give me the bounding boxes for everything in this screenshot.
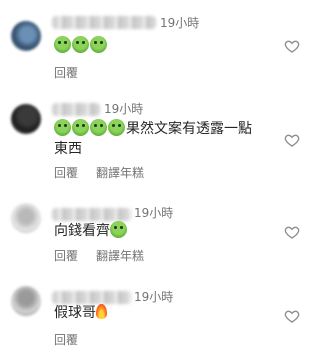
reply-button[interactable]: 回覆 bbox=[54, 66, 78, 80]
reply-button[interactable]: 回覆 bbox=[54, 249, 78, 263]
fire-emoji-icon bbox=[96, 304, 107, 319]
avatar[interactable] bbox=[11, 21, 41, 51]
avatar[interactable] bbox=[11, 286, 41, 316]
heart-icon[interactable] bbox=[284, 38, 300, 54]
green-face-emoji-icon bbox=[54, 119, 71, 136]
avatar[interactable] bbox=[11, 203, 41, 233]
username-blurred[interactable] bbox=[52, 208, 132, 221]
reply-button[interactable]: 回覆 bbox=[54, 333, 78, 347]
comment-actions: 回覆 翻譯年糕 bbox=[54, 247, 162, 264]
comment-actions: 回覆 bbox=[54, 64, 96, 81]
comment-text bbox=[54, 36, 108, 56]
green-face-emoji-icon bbox=[108, 119, 125, 136]
heart-icon[interactable] bbox=[284, 308, 300, 324]
comment-text: 假球哥 bbox=[54, 303, 107, 323]
green-face-emoji-icon bbox=[90, 119, 107, 136]
translate-button[interactable]: 翻譯年糕 bbox=[96, 166, 144, 180]
username-blurred[interactable] bbox=[52, 16, 156, 29]
heart-icon[interactable] bbox=[284, 224, 300, 240]
reply-button[interactable]: 回覆 bbox=[54, 166, 78, 180]
green-face-emoji-icon bbox=[72, 119, 89, 136]
green-face-emoji-icon bbox=[110, 221, 127, 238]
avatar[interactable] bbox=[11, 104, 41, 134]
green-face-emoji-icon bbox=[90, 36, 107, 53]
green-face-emoji-icon bbox=[54, 36, 71, 53]
green-face-emoji-icon bbox=[72, 36, 89, 53]
comment-time: 19小時 bbox=[134, 290, 174, 304]
comment-time: 19小時 bbox=[134, 206, 174, 220]
heart-icon[interactable] bbox=[284, 132, 300, 148]
comment-time: 19小時 bbox=[104, 102, 144, 116]
comment-time: 19小時 bbox=[160, 16, 200, 30]
comment-actions: 回覆 bbox=[54, 331, 96, 348]
comment-actions: 回覆 翻譯年糕 bbox=[54, 164, 162, 181]
translate-button[interactable]: 翻譯年糕 bbox=[96, 249, 144, 263]
comment-text: 果然文案有透露一點 東西 bbox=[54, 119, 252, 157]
username-blurred[interactable] bbox=[52, 103, 100, 116]
comment-text: 向錢看齊 bbox=[54, 221, 128, 241]
